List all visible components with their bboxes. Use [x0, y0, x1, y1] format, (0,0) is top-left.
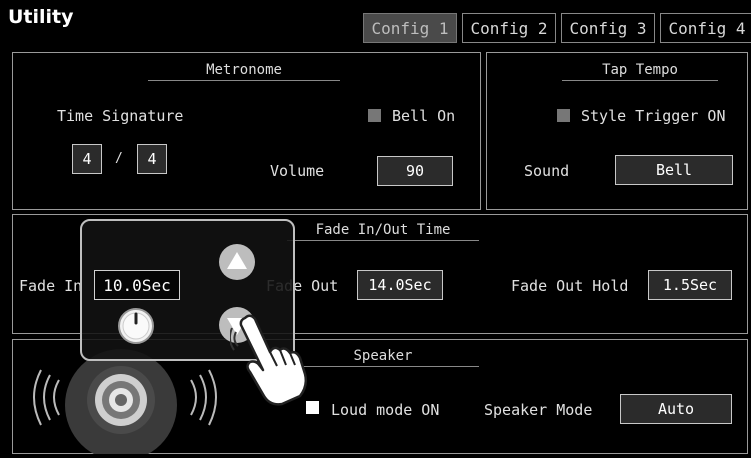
loud-mode-label: Loud mode ON	[331, 401, 440, 419]
hand-pointer-icon	[228, 310, 310, 406]
popup-value[interactable]: 10.0Sec	[94, 270, 180, 300]
time-signature-slash: /	[115, 151, 123, 166]
style-trigger-label: Style Trigger ON	[581, 107, 726, 125]
up-arrow-icon[interactable]	[218, 243, 256, 281]
speaker-mode-value[interactable]: Auto	[620, 394, 732, 424]
fade-out-hold-label: Fade Out Hold	[511, 277, 629, 295]
volume-value[interactable]: 90	[377, 156, 453, 186]
tab-config-3[interactable]: Config 3	[561, 13, 655, 43]
speaker-title: Speaker	[353, 348, 413, 364]
volume-label: Volume	[270, 162, 325, 180]
fade-out-hold-value[interactable]: 1.5Sec	[648, 270, 732, 300]
sound-value[interactable]: Bell	[615, 155, 733, 185]
style-trigger-checkbox[interactable]	[557, 109, 570, 122]
metronome-title-underline	[148, 80, 340, 81]
fade-in-label: Fade In	[19, 277, 83, 295]
tap-tempo-title: Tap Tempo	[602, 62, 678, 78]
tab-config-2[interactable]: Config 2	[462, 13, 556, 43]
time-signature-numerator[interactable]: 4	[72, 144, 102, 174]
tap-tempo-title-underline	[562, 80, 718, 81]
knob-icon[interactable]	[116, 306, 156, 346]
speaker-icon	[25, 345, 225, 458]
speaker-title-underline	[287, 366, 479, 367]
speaker-mode-label: Speaker Mode	[484, 401, 593, 419]
bell-on-checkbox[interactable]	[368, 109, 381, 122]
metronome-title: Metronome	[206, 62, 282, 78]
time-signature-denominator[interactable]: 4	[137, 144, 167, 174]
sound-label: Sound	[524, 162, 570, 180]
fade-title-underline	[287, 240, 479, 241]
tab-config-1[interactable]: Config 1	[363, 13, 457, 43]
tab-config-4[interactable]: Config 4	[660, 13, 751, 43]
page-title: Utility	[8, 6, 74, 28]
time-signature-label: Time Signature	[57, 107, 184, 125]
fade-title: Fade In/Out Time	[315, 222, 451, 238]
bell-on-label: Bell On	[392, 107, 456, 125]
fade-out-value[interactable]: 14.0Sec	[357, 270, 443, 300]
